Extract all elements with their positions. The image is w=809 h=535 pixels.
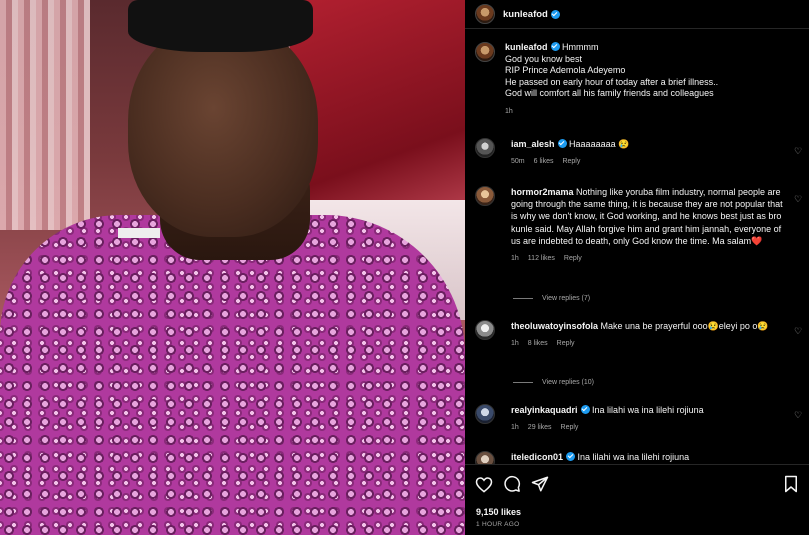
heart-icon[interactable] <box>475 475 493 493</box>
comment-icon[interactable] <box>503 475 521 493</box>
view-replies-label[interactable]: View replies (7) <box>542 295 590 302</box>
caption-username[interactable]: kunleafod <box>505 42 548 52</box>
comment-likes[interactable]: 112 likes <box>528 253 555 265</box>
post-actions: 9,150 likes 1 HOUR AGO <box>465 464 809 535</box>
post-photo[interactable] <box>0 0 465 535</box>
verified-badge-icon <box>557 139 567 148</box>
comment-username[interactable]: theoluwatoyinsofola <box>511 321 598 331</box>
verified-badge-icon <box>580 405 590 414</box>
comment-likes[interactable]: 8 likes <box>528 338 548 350</box>
comment-username[interactable]: iam_alesh <box>511 139 555 149</box>
comment-like-heart-icon[interactable]: ♡ <box>794 410 803 420</box>
avatar[interactable] <box>475 451 495 464</box>
comment-time: 1h <box>511 424 519 432</box>
list-item: hormor2mama Nothing like yoruba film ind… <box>475 186 805 265</box>
comment-like-heart-icon[interactable]: ♡ <box>794 194 803 204</box>
reply-button[interactable]: Reply <box>561 422 579 434</box>
avatar[interactable] <box>475 4 495 24</box>
bookmark-icon[interactable] <box>783 475 801 493</box>
caption-line: He passed on early hour of today after a… <box>505 76 719 87</box>
caption-time: 1h <box>505 107 513 115</box>
comment-text: Ina lilahi wa ina lilehi rojiuna <box>592 405 704 415</box>
verified-badge-icon <box>550 9 560 19</box>
reply-button[interactable]: Reply <box>557 338 575 350</box>
photo-curtain <box>0 0 90 230</box>
comment-likes[interactable]: 29 likes <box>528 422 552 434</box>
divider <box>513 298 533 299</box>
verified-badge-icon <box>550 42 560 51</box>
post-timestamp: 1 HOUR AGO <box>476 521 520 528</box>
comment-text: Make una be prayerful ooo😢eleyi po o😢 <box>600 321 769 331</box>
avatar[interactable] <box>475 320 495 340</box>
list-item: iam_alesh Haaaaaaaa 😢 50m 6 likes Reply <box>475 138 805 168</box>
comment-username[interactable]: hormor2mama <box>511 187 574 197</box>
view-replies-button[interactable]: View replies (7) <box>513 295 590 302</box>
comment-time: 50m <box>511 158 525 166</box>
list-item: iteledicon01 Ina lilahi wa ina lilehi ro… <box>475 451 805 464</box>
caption-line: Hmmmm <box>562 42 599 52</box>
avatar[interactable] <box>475 186 495 206</box>
avatar[interactable] <box>475 404 495 424</box>
photo-face <box>128 22 318 237</box>
likes-count[interactable]: 9,150 likes <box>476 507 521 517</box>
caption-line: RIP Prince Ademola Adeyemo <box>505 65 626 76</box>
list-item: theoluwatoyinsofola Make una be prayerfu… <box>475 320 805 350</box>
avatar[interactable] <box>475 138 495 158</box>
post-panel: kunleafod kunleafod Hmmmm God you know b… <box>465 0 809 535</box>
divider <box>513 382 533 383</box>
list-item: realyinkaquadri Ina lilahi wa ina lilehi… <box>475 404 805 434</box>
view-replies-label[interactable]: View replies (10) <box>542 379 594 386</box>
comment-like-heart-icon[interactable]: ♡ <box>794 146 803 156</box>
post-header: kunleafod <box>465 0 809 29</box>
photo-cap <box>128 0 313 52</box>
photo-collar-tag <box>118 228 160 238</box>
comment-time: 1h <box>511 255 519 263</box>
post-username[interactable]: kunleafod <box>503 9 548 20</box>
comment-likes[interactable]: 6 likes <box>534 156 554 168</box>
comment-username[interactable]: realyinkaquadri <box>511 405 578 415</box>
comment-text: Ina lilahi wa ina lilehi rojiuna <box>577 452 690 462</box>
verified-badge-icon <box>566 452 576 461</box>
comment-time: 1h <box>511 340 519 348</box>
share-icon[interactable] <box>531 475 549 493</box>
reply-button[interactable]: Reply <box>562 156 580 168</box>
comments-list[interactable]: kunleafod Hmmmm God you know best RIP Pr… <box>465 30 809 464</box>
comment-username[interactable]: iteledicon01 <box>511 452 563 462</box>
comment-like-heart-icon[interactable]: ♡ <box>794 326 803 336</box>
post-caption: kunleafod Hmmmm God you know best RIP Pr… <box>475 42 795 118</box>
view-replies-button[interactable]: View replies (10) <box>513 379 594 386</box>
caption-line: God will comfort all his family friends … <box>505 88 714 99</box>
reply-button[interactable]: Reply <box>564 253 582 265</box>
caption-line: God you know best <box>505 53 583 64</box>
avatar[interactable] <box>475 42 495 62</box>
comment-text: Haaaaaaaa 😢 <box>569 139 630 149</box>
photo-shirt <box>0 215 465 535</box>
